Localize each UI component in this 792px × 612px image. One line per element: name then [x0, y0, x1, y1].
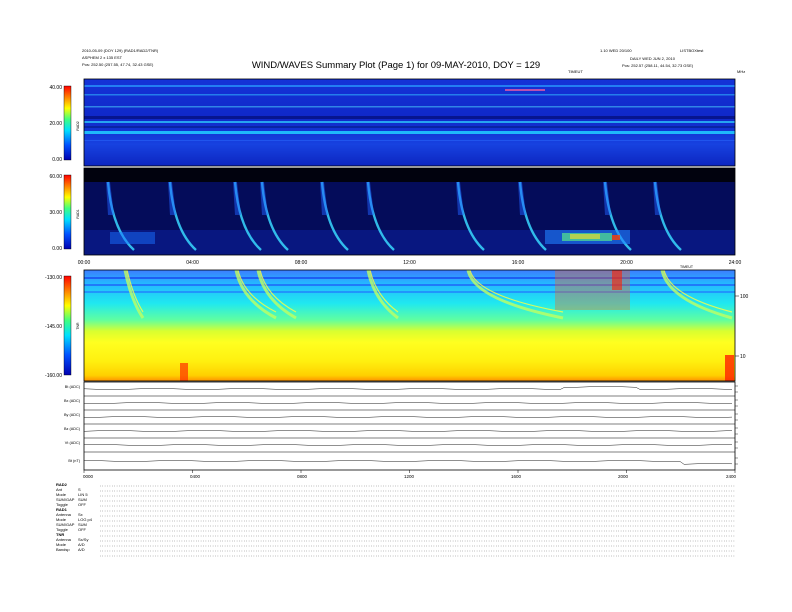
rad1-dark-band — [84, 168, 735, 182]
rad2-band-line — [84, 116, 735, 119]
tnr-spike — [725, 355, 734, 381]
tnr-ylabel: TNR — [76, 322, 80, 330]
rad1-low-band — [84, 230, 735, 255]
hk-xtick: 1200 — [404, 474, 415, 479]
tnr-right-label: 10 — [740, 354, 746, 360]
rad1-xtick: 04:00 — [186, 260, 199, 266]
hk-xtick: 0000 — [83, 474, 94, 479]
hk-series-label: Bz (ADC) — [64, 427, 81, 431]
hk-series-label: Bt (ADC) — [65, 385, 81, 389]
rad2-ytick-bottom: 0.00 — [52, 157, 62, 163]
footer-param-row: Bandsp A/D — [56, 547, 85, 552]
rad2-band-line — [84, 94, 735, 96]
tnr-ytick-bottom: -160.00 — [45, 373, 62, 379]
rad2-band-line — [84, 121, 735, 123]
tnr-panel: -130.00 -145.00 -160.00 TNR 100 10 — [45, 269, 749, 382]
rad2-band-line — [84, 131, 735, 134]
tnr-band-line — [84, 284, 735, 286]
hk-series-label: Vt (ADC) — [65, 441, 81, 445]
hk-xtick: 0400 — [190, 474, 201, 479]
rad1-xtick: 16:00 — [512, 260, 525, 266]
rad1-storm — [612, 235, 620, 240]
tnr-ytick-top: -130.00 — [45, 275, 62, 281]
rad1-xtick: 24:00 — [729, 260, 742, 266]
hk-series-label: Bt (nT) — [68, 459, 80, 463]
rad2-band-line — [84, 126, 735, 128]
hk-series-label: By (ADC) — [64, 413, 81, 417]
hk-series-label: Bx (ADC) — [64, 399, 81, 403]
tnr-storm — [612, 270, 622, 290]
rad2-band-line — [84, 106, 735, 108]
hk-xtick: 0800 — [297, 474, 308, 479]
rad2-ytick-mid: 20.00 — [49, 121, 62, 127]
hk-xtick: 1600 — [511, 474, 522, 479]
rad1-xtick: 20:00 — [620, 260, 633, 266]
rad1-storm — [570, 234, 600, 239]
rad2-ytick-top: 40.00 — [49, 85, 62, 91]
hk-xtick: 2000 — [618, 474, 629, 479]
rad2-colorbar — [63, 85, 72, 161]
tnr-colorbar — [63, 275, 72, 376]
tnr-right-label: 100 — [740, 294, 749, 300]
footer-dotted-rows — [100, 485, 735, 557]
housekeeping-frame — [83, 381, 736, 471]
rad1-xtick: 00:00 — [78, 260, 91, 266]
rad2-band-line — [84, 140, 735, 141]
hk-xtick: 2400 — [726, 474, 737, 479]
tnr-ytick-mid: -145.00 — [45, 324, 62, 330]
footer-params: RAD2 Ant S Mode LIN 5 SUM/GAP SUM Toggle OFF… — [56, 482, 92, 552]
rad1-ylabel: RAD1 — [76, 209, 80, 218]
rad1-panel: 60.00 30.00 0.00 RAD1 00:00 04:00 08:00 … — [49, 167, 742, 269]
summary-plot: 40.00 20.00 0.00 RAD2 60.00 30.00 0.00 R… — [45, 78, 749, 557]
tnr-band-line — [84, 277, 735, 279]
rad1-ytick-mid: 30.00 — [49, 210, 62, 216]
tnr-spike — [180, 363, 188, 381]
rad1-colorbar — [63, 174, 72, 250]
rad1-time-label: TIMEUT — [680, 265, 694, 269]
tnr-band-line — [84, 291, 735, 293]
rad2-hotspot — [505, 89, 545, 91]
rad2-panel: 40.00 20.00 0.00 RAD2 — [49, 78, 736, 167]
rad2-band-line — [84, 85, 735, 87]
rad1-storm — [110, 232, 155, 244]
rad1-xtick: 12:00 — [403, 260, 416, 266]
rad2-ylabel: RAD2 — [76, 121, 80, 130]
rad1-ytick-top: 60.00 — [49, 174, 62, 180]
rad1-ytick-bottom: 0.00 — [52, 246, 62, 252]
rad1-xtick: 08:00 — [295, 260, 308, 266]
housekeeping-panel: Bt (ADC) Bx (ADC) By (ADC) Bz (ADC) Vt (… — [64, 381, 738, 479]
